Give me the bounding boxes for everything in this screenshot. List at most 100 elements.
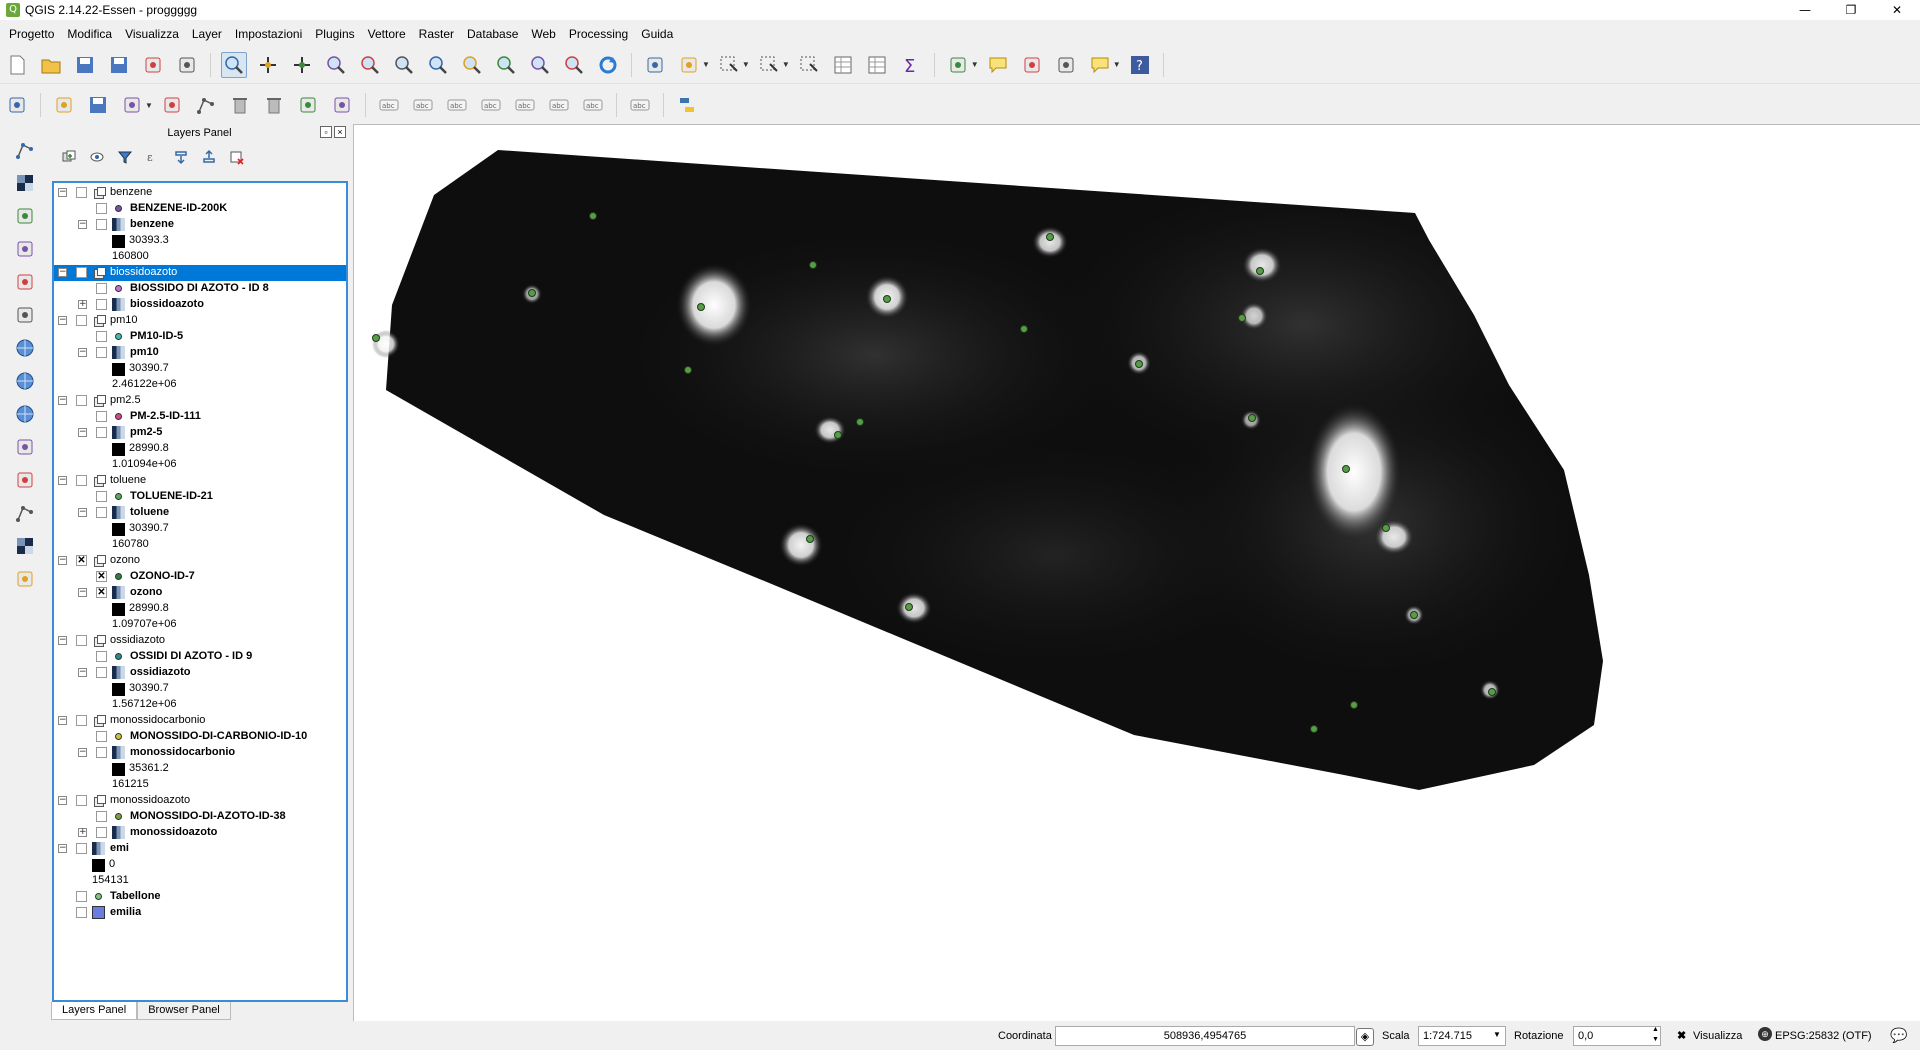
layer-visibility-checkbox[interactable] bbox=[76, 795, 87, 806]
layer-visibility-checkbox[interactable] bbox=[96, 283, 107, 294]
legend-entry-row[interactable]: 160800 bbox=[54, 249, 346, 265]
zoom-next-icon[interactable] bbox=[561, 52, 587, 78]
float-panel-icon[interactable]: ▫ bbox=[320, 126, 332, 138]
layer-row[interactable]: − ✕ ozono bbox=[54, 585, 346, 601]
monitoring-station-point[interactable] bbox=[684, 366, 692, 374]
collapse-icon[interactable]: − bbox=[78, 508, 87, 517]
cut-features-icon[interactable] bbox=[261, 92, 287, 118]
layer-visibility-checkbox[interactable] bbox=[96, 347, 107, 358]
add-oracle-icon[interactable] bbox=[12, 302, 38, 328]
layer-row[interactable]: + monossidoazoto bbox=[54, 825, 346, 841]
legend-entry-row[interactable]: 28990.8 bbox=[54, 601, 346, 617]
collapse-icon[interactable]: − bbox=[78, 588, 87, 597]
layer-row[interactable]: − toluene bbox=[54, 505, 346, 521]
add-group-icon[interactable] bbox=[59, 147, 79, 167]
map-canvas[interactable] bbox=[353, 124, 1920, 1021]
menu-progetto[interactable]: Progetto bbox=[9, 27, 54, 41]
field-calculator-icon[interactable]: Σ bbox=[898, 52, 924, 78]
collapse-icon[interactable]: − bbox=[78, 428, 87, 437]
layer-visibility-checkbox[interactable]: ✕ bbox=[76, 555, 87, 566]
collapse-icon[interactable]: − bbox=[58, 844, 67, 853]
layer-visibility-checkbox[interactable] bbox=[76, 907, 87, 918]
add-wms-icon[interactable] bbox=[12, 335, 38, 361]
menu-vettore[interactable]: Vettore bbox=[368, 27, 406, 41]
layer-row[interactable]: Tabellone bbox=[54, 889, 346, 905]
layer-visibility-checkbox[interactable] bbox=[96, 651, 107, 662]
save-edits-icon[interactable] bbox=[85, 92, 111, 118]
collapse-icon[interactable]: − bbox=[58, 396, 67, 405]
pan-to-selection-icon[interactable] bbox=[289, 52, 315, 78]
add-wms-grid-icon[interactable] bbox=[12, 533, 38, 559]
layer-visibility-checkbox[interactable] bbox=[96, 827, 107, 838]
layer-group-row[interactable]: − monossidocarbonio bbox=[54, 713, 346, 729]
zoom-selection-icon[interactable] bbox=[459, 52, 485, 78]
rotate-label-icon[interactable]: abc bbox=[546, 92, 572, 118]
open-project-icon[interactable] bbox=[38, 52, 64, 78]
composer-manager-icon[interactable] bbox=[174, 52, 200, 78]
delete-selected-icon[interactable] bbox=[227, 92, 253, 118]
statistics-icon[interactable] bbox=[864, 52, 890, 78]
minimize-button[interactable]: — bbox=[1782, 0, 1828, 20]
expand-all-icon[interactable] bbox=[171, 147, 191, 167]
layer-group-row[interactable]: − benzene bbox=[54, 185, 346, 201]
layer-row[interactable]: BIOSSIDO DI AZOTO - ID 8 bbox=[54, 281, 346, 297]
select-by-expression-icon[interactable] bbox=[756, 52, 782, 78]
map-render[interactable] bbox=[354, 125, 1920, 1022]
layer-row[interactable]: ✕ OZONO-ID-7 bbox=[54, 569, 346, 585]
layer-group-row[interactable]: − pm2.5 bbox=[54, 393, 346, 409]
add-virtual-layer-icon[interactable] bbox=[12, 467, 38, 493]
add-wcs-icon[interactable] bbox=[12, 368, 38, 394]
legend-entry-row[interactable]: 28990.8 bbox=[54, 441, 346, 457]
add-postgis-icon[interactable] bbox=[12, 203, 38, 229]
legend-entry-row[interactable]: 1.01094e+06 bbox=[54, 457, 346, 473]
refresh-icon[interactable] bbox=[595, 52, 621, 78]
menu-guida[interactable]: Guida bbox=[641, 27, 673, 41]
toggle-extents-icon[interactable]: ◈ bbox=[1356, 1028, 1374, 1046]
python-console-icon[interactable] bbox=[674, 92, 700, 118]
legend-entry-row[interactable]: 30393.3 bbox=[54, 233, 346, 249]
new-bookmark-icon[interactable] bbox=[1019, 52, 1045, 78]
action-icon[interactable] bbox=[676, 52, 702, 78]
layer-row[interactable]: − pm2-5 bbox=[54, 425, 346, 441]
monitoring-station-point[interactable] bbox=[1350, 701, 1358, 709]
highlight-label-icon[interactable]: abc bbox=[410, 92, 436, 118]
menu-visualizza[interactable]: Visualizza bbox=[125, 27, 179, 41]
monitoring-station-point[interactable] bbox=[1382, 524, 1390, 532]
menu-plugins[interactable]: Plugins bbox=[315, 27, 354, 41]
manage-visibility-icon[interactable] bbox=[87, 147, 107, 167]
layer-group-row[interactable]: − ✕ ozono bbox=[54, 553, 346, 569]
legend-entry-row[interactable]: 35361.2 bbox=[54, 761, 346, 777]
monitoring-station-point[interactable] bbox=[1256, 267, 1264, 275]
legend-entry-row[interactable]: 1.09707e+06 bbox=[54, 617, 346, 633]
help-icon[interactable]: ? bbox=[1127, 52, 1153, 78]
layer-group-row[interactable]: − pm10 bbox=[54, 313, 346, 329]
copy-features-icon[interactable] bbox=[295, 92, 321, 118]
new-project-icon[interactable] bbox=[4, 52, 30, 78]
rotation-stepper-icon[interactable]: ▲ ▼ bbox=[1652, 1025, 1659, 1045]
monitoring-station-point[interactable] bbox=[372, 334, 380, 342]
add-spatialite-icon[interactable] bbox=[12, 236, 38, 262]
collapse-all-icon[interactable] bbox=[199, 147, 219, 167]
layer-visibility-checkbox[interactable] bbox=[76, 315, 87, 326]
deselect-icon[interactable] bbox=[796, 52, 822, 78]
select-dropdown-icon[interactable]: ▼ bbox=[742, 60, 750, 69]
menu-web[interactable]: Web bbox=[531, 27, 555, 41]
layer-visibility-checkbox[interactable] bbox=[96, 667, 107, 678]
add-vector-layer-icon[interactable] bbox=[12, 137, 38, 163]
monitoring-station-point[interactable] bbox=[1046, 233, 1054, 241]
zoom-last-icon[interactable] bbox=[527, 52, 553, 78]
close-panel-icon[interactable]: × bbox=[334, 126, 346, 138]
layer-visibility-checkbox[interactable] bbox=[76, 715, 87, 726]
menu-raster[interactable]: Raster bbox=[419, 27, 454, 41]
collapse-icon[interactable]: − bbox=[58, 476, 67, 485]
layer-row[interactable]: − emi bbox=[54, 841, 346, 857]
layer-row[interactable]: + biossidoazoto bbox=[54, 297, 346, 313]
attribute-table-icon[interactable] bbox=[830, 52, 856, 78]
legend-entry-row[interactable]: 160780 bbox=[54, 537, 346, 553]
change-label-icon[interactable]: abc bbox=[580, 92, 606, 118]
csw-icon[interactable]: abc bbox=[627, 92, 653, 118]
menu-processing[interactable]: Processing bbox=[569, 27, 628, 41]
expand-icon[interactable]: + bbox=[78, 828, 87, 837]
legend-entry-row[interactable]: 2.46122e+06 bbox=[54, 377, 346, 393]
legend-entry-row[interactable]: 30390.7 bbox=[54, 521, 346, 537]
